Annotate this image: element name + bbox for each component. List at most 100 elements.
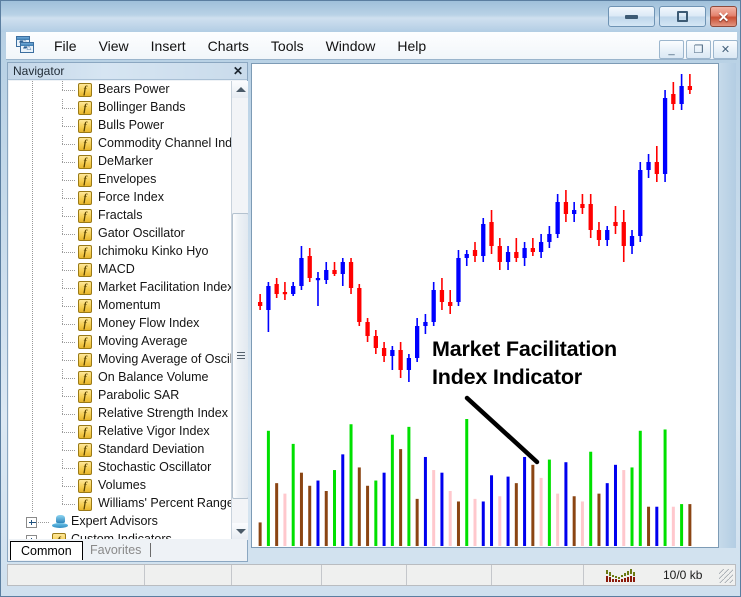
- tree-item-label: Envelopes: [98, 172, 156, 186]
- expert-advisor-hat-icon: [52, 515, 68, 529]
- tree-item-indicator[interactable]: fGator Oscillator: [9, 225, 225, 243]
- tree-item-indicator[interactable]: fWilliams' Percent Range: [9, 495, 225, 513]
- status-cell-connection[interactable]: 10/0 kb: [584, 565, 735, 585]
- mfi-histogram-bar: [639, 431, 642, 546]
- function-icon: f: [78, 191, 92, 205]
- chart-annotation: Market Facilitation Index Indicator: [432, 336, 617, 391]
- chart-window[interactable]: Market Facilitation Index Indicator: [251, 63, 719, 548]
- document-close-button[interactable]: ✕: [713, 40, 738, 59]
- mfi-histogram-bar: [275, 483, 278, 546]
- window-minimize-button[interactable]: [608, 6, 655, 27]
- tree-item-indicator[interactable]: fRelative Strength Index: [9, 405, 225, 423]
- tree-guide-line: [32, 207, 33, 225]
- tree-item-indicator[interactable]: fMoney Flow Index: [9, 315, 225, 333]
- tree-item-folder[interactable]: Expert Advisors: [9, 513, 225, 531]
- tree-item-indicator[interactable]: fMACD: [9, 261, 225, 279]
- title-bar: ✕: [1, 1, 741, 32]
- menu-item-window[interactable]: Window: [315, 34, 387, 58]
- tree-guide-line: [32, 189, 33, 207]
- mfi-histogram-bar: [515, 483, 518, 546]
- status-cell-5: [407, 565, 492, 585]
- candle-body: [622, 222, 626, 246]
- menu-item-insert[interactable]: Insert: [140, 34, 197, 58]
- navigator-header: Navigator ✕: [8, 63, 247, 80]
- tree-item-label: Relative Vigor Index: [98, 424, 210, 438]
- tree-item-indicator[interactable]: fDeMarker: [9, 153, 225, 171]
- function-icon: f: [78, 173, 92, 187]
- resize-grip-icon[interactable]: [719, 569, 733, 583]
- tree-item-indicator[interactable]: fParabolic SAR: [9, 387, 225, 405]
- menu-item-charts[interactable]: Charts: [197, 34, 260, 58]
- tree-item-indicator[interactable]: fRelative Vigor Index: [9, 423, 225, 441]
- scroll-up-button[interactable]: [232, 81, 248, 98]
- status-cell-2: [145, 565, 232, 585]
- navigator-scrollbar[interactable]: [231, 81, 248, 540]
- candle-body: [613, 222, 617, 226]
- tree-item-indicator[interactable]: fForce Index: [9, 189, 225, 207]
- status-cell-1: [8, 565, 145, 585]
- tree-item-indicator[interactable]: f Envelopes: [9, 171, 225, 189]
- signal-bar-lower: [615, 579, 617, 582]
- tree-item-indicator[interactable]: fMoving Average: [9, 333, 225, 351]
- mfi-histogram-bar: [440, 473, 443, 546]
- function-icon: f: [78, 371, 92, 385]
- tree-item-indicator[interactable]: f On Balance Volume: [9, 369, 225, 387]
- mfi-histogram-bar: [333, 470, 336, 546]
- mfi-histogram-bar: [283, 494, 286, 546]
- logo-window-front: ▰△: [20, 42, 34, 53]
- tree-guide-line: [62, 324, 76, 325]
- tree-item-indicator[interactable]: fStochastic Oscillator: [9, 459, 225, 477]
- candle-body: [555, 202, 559, 234]
- menu-item-view[interactable]: View: [88, 34, 140, 58]
- tree-item-indicator[interactable]: fMomentum: [9, 297, 225, 315]
- tree-item-label: On Balance Volume: [98, 370, 209, 384]
- window-maximize-button[interactable]: [659, 6, 706, 27]
- chart-right-margin: [719, 63, 736, 548]
- document-restore-button[interactable]: ❐: [686, 40, 711, 59]
- navigator-tree: fBears PowerfBollinger BandsfBulls Power…: [9, 81, 225, 540]
- signal-bar-lower: [618, 580, 620, 582]
- mfi-histogram-bar: [564, 462, 567, 546]
- tree-item-indicator[interactable]: fStandard Deviation: [9, 441, 225, 459]
- document-minimize-button[interactable]: _: [659, 40, 684, 59]
- signal-bar-lower: [624, 578, 626, 582]
- signal-bar: [630, 569, 632, 582]
- tree-item-label: Bulls Power: [98, 118, 164, 132]
- tree-item-indicator[interactable]: fFractals: [9, 207, 225, 225]
- candle-body: [580, 204, 584, 208]
- navigator-close-icon[interactable]: ✕: [233, 64, 243, 78]
- tree-item-indicator[interactable]: fMoving Average of Oscillato: [9, 351, 225, 369]
- tree-item-indicator[interactable]: fBollinger Bands: [9, 99, 225, 117]
- tree-item-indicator[interactable]: fCommodity Channel Index: [9, 135, 225, 153]
- tree-item-indicator[interactable]: fBulls Power: [9, 117, 225, 135]
- candle-body: [646, 162, 650, 170]
- menu-item-help[interactable]: Help: [386, 34, 437, 58]
- menu-item-tools[interactable]: Tools: [260, 34, 315, 58]
- price-and-indicator-plot: [252, 64, 718, 547]
- tree-item-indicator[interactable]: fIchimoku Kinko Hyo: [9, 243, 225, 261]
- tree-item-indicator[interactable]: fVolumes: [9, 477, 225, 495]
- status-cell-4: [322, 565, 407, 585]
- tree-guide-line: [32, 495, 33, 513]
- tree-item-label: Bollinger Bands: [98, 100, 186, 114]
- scrollbar-thumb[interactable]: [232, 213, 248, 499]
- annotation-pointer-line: [467, 398, 537, 462]
- mfi-histogram-bar: [606, 483, 609, 546]
- candle-body: [688, 86, 692, 90]
- tree-item-indicator[interactable]: fBears Power: [9, 81, 225, 99]
- tree-item-label: Money Flow Index: [98, 316, 199, 330]
- navigator-panel: Navigator ✕ fBears PowerfBollinger Bands…: [7, 62, 248, 562]
- tab-common[interactable]: Common: [10, 541, 83, 560]
- expand-plus-icon[interactable]: [26, 517, 37, 528]
- tree-item-indicator[interactable]: fMarket Facilitation Index: [9, 279, 225, 297]
- mfi-histogram-bar: [556, 494, 559, 546]
- signal-bar: [627, 569, 629, 582]
- menu-item-file[interactable]: File: [43, 34, 88, 58]
- signal-bar-upper: [621, 575, 623, 578]
- scrollbar-grip-icon: [237, 352, 245, 359]
- scroll-down-button[interactable]: [232, 523, 248, 540]
- signal-bar-lower: [621, 579, 623, 582]
- window-close-button[interactable]: ✕: [710, 6, 737, 27]
- candle-body: [465, 254, 469, 258]
- tab-favorites[interactable]: Favorites: [80, 541, 151, 560]
